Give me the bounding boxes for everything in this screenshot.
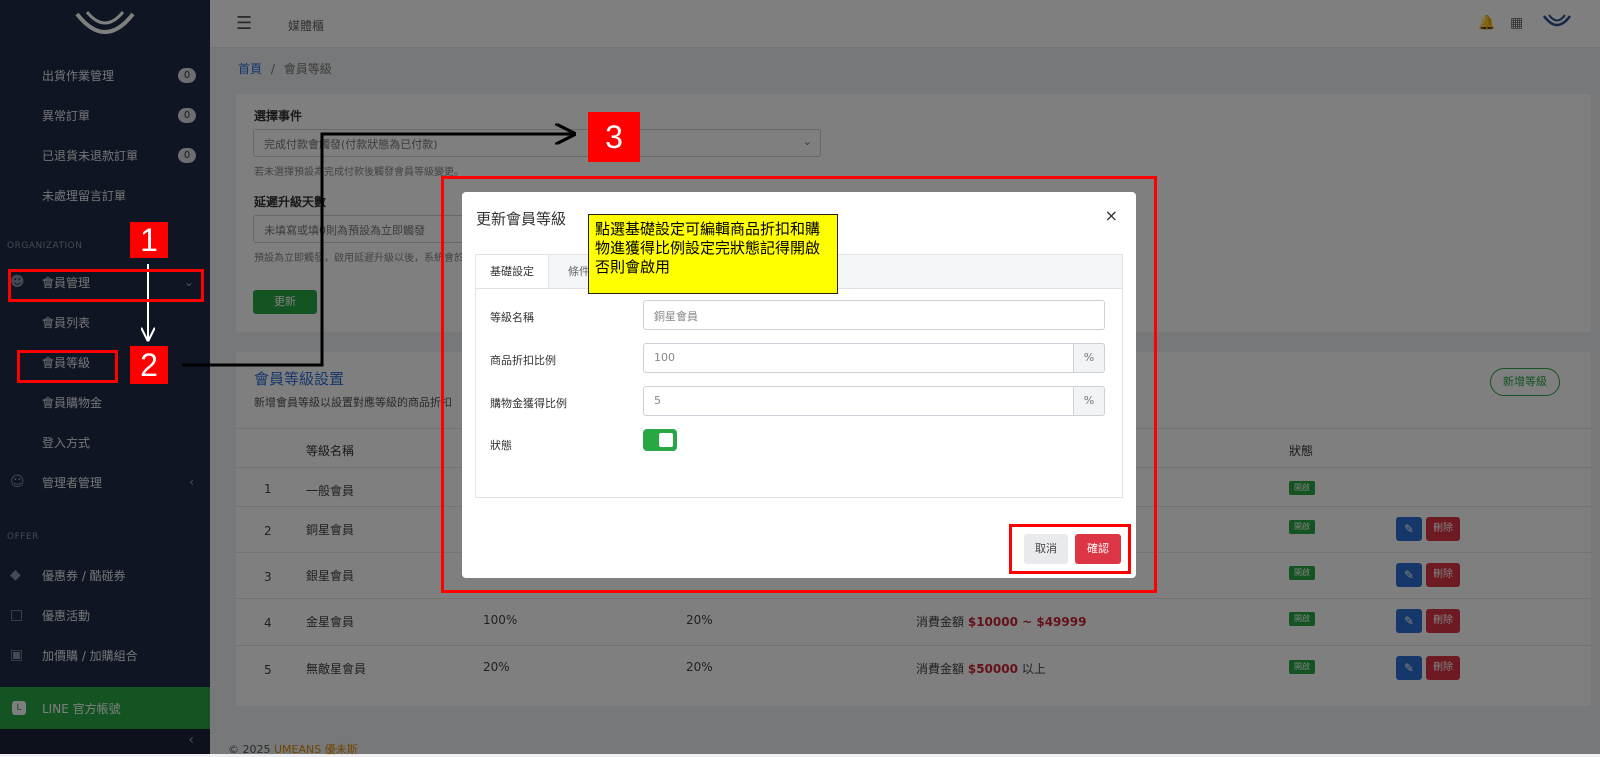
instruction-note: 點選基礎設定可編輯商品折扣和購物進獲得比例設定完狀態記得開啟否則會啟用 bbox=[588, 214, 838, 294]
highlight-member-mgmt bbox=[8, 269, 204, 302]
step-marker-1: 1 bbox=[130, 222, 168, 258]
highlight-modal-buttons bbox=[1009, 524, 1131, 574]
step-marker-3: 3 bbox=[588, 112, 640, 162]
step-marker-2: 2 bbox=[130, 346, 168, 384]
highlight-member-levels bbox=[17, 350, 118, 383]
